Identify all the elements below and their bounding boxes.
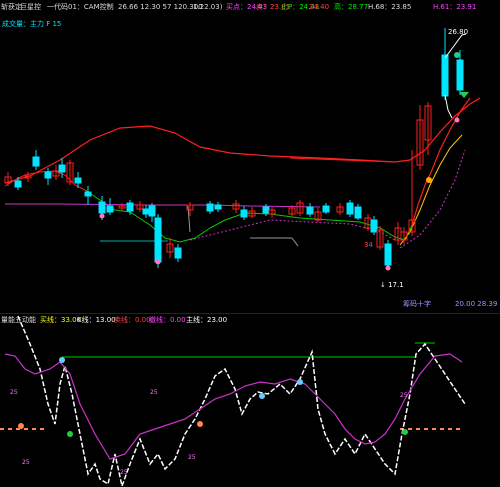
candle-body-22 xyxy=(214,204,222,210)
high-marker-dot xyxy=(454,52,460,58)
candle-body-4 xyxy=(44,171,52,179)
oscillator-marker-4 xyxy=(197,421,203,427)
header-item-3: 卖线：0.00 xyxy=(114,316,151,324)
oscillator-marker-5 xyxy=(67,431,73,437)
candle-body-8 xyxy=(74,177,82,184)
candle-body-1 xyxy=(14,180,22,188)
oscillator-number-4: 25 xyxy=(150,389,158,396)
candle-body-30 xyxy=(306,206,314,215)
oscillator-number-0: 25 xyxy=(22,459,30,466)
level-grey-tail xyxy=(291,237,299,247)
candle-body-11 xyxy=(106,205,114,213)
candle-body-46 xyxy=(456,59,464,91)
oscillator-number-5: 25 xyxy=(10,389,18,396)
candle-body-24 xyxy=(240,209,248,218)
oscillator-magenta-line xyxy=(4,353,463,460)
price-range-label: 20.00 28.39 xyxy=(455,300,498,308)
oscillator-marker-2 xyxy=(297,379,303,385)
candle-body-6 xyxy=(58,164,66,173)
pink-marker-2 xyxy=(385,265,391,271)
candle-body-10 xyxy=(98,201,106,214)
low-price-label: ↓ 17.1 xyxy=(380,281,404,289)
candle-body-26 xyxy=(262,206,270,214)
indicator-panel[interactable]: 25 25 25 25 25 25 量能五动能 买线：33.00 K线：13.00 卖线：0.0… xyxy=(0,314,500,487)
main-chart-panel[interactable]: 斩获定 巨星控 一代码01：CAM控制 26.66 12.30 57 120.300 1… xyxy=(0,0,500,313)
candle-body-16 xyxy=(148,205,156,217)
candlestick-chart[interactable] xyxy=(0,0,500,313)
oscillator-number-3: 25 xyxy=(400,392,408,399)
candle-body-9 xyxy=(84,191,92,197)
candle-body-13 xyxy=(126,202,134,212)
buy-marker-dot xyxy=(426,177,432,183)
candle-body-35 xyxy=(354,206,362,219)
candle-body-21 xyxy=(206,203,214,212)
oscillator-number-1: 25 xyxy=(188,454,196,461)
candle-body-32 xyxy=(322,205,330,213)
trend-white-2 xyxy=(444,94,453,119)
candle-body-19 xyxy=(174,247,182,259)
support-line-right xyxy=(399,149,466,249)
header-item-2: K线：13.00 xyxy=(77,316,116,324)
marker-34: 34 xyxy=(364,241,373,249)
high-price-label: 26.80 xyxy=(448,28,469,36)
pink-marker-3 xyxy=(454,117,460,123)
header-item-1: 买线：33.00 xyxy=(40,316,82,324)
candle-body-37 xyxy=(370,219,378,233)
support-line xyxy=(5,203,321,208)
pink-marker-1 xyxy=(155,259,161,265)
candle-body-34 xyxy=(346,202,354,215)
pink-marker-0 xyxy=(99,213,105,219)
oscillator-white-line xyxy=(17,315,466,487)
header-item-4: 撤线：0.00 xyxy=(149,316,186,324)
candle-body-17 xyxy=(154,217,162,263)
candle-body-39 xyxy=(384,243,392,266)
oscillator-marker-6 xyxy=(402,429,408,435)
candle-body-15 xyxy=(142,208,150,215)
oscillator-number-2: 25 xyxy=(120,469,128,476)
chips-cross-label: 筹码十字 xyxy=(403,300,431,308)
oscillator-marker-3 xyxy=(18,423,24,429)
candle-body-45 xyxy=(441,54,449,97)
header-item-5: 主线：23.00 xyxy=(186,316,228,324)
oscillator-marker-0 xyxy=(59,357,65,363)
candle-body-3 xyxy=(32,156,40,167)
oscillator-marker-1 xyxy=(259,393,265,399)
oscillator-chart[interactable]: 25 25 25 25 25 25 xyxy=(0,314,500,487)
ma-long-line xyxy=(4,97,481,184)
header-item-0: 量能五动能 xyxy=(1,316,36,324)
